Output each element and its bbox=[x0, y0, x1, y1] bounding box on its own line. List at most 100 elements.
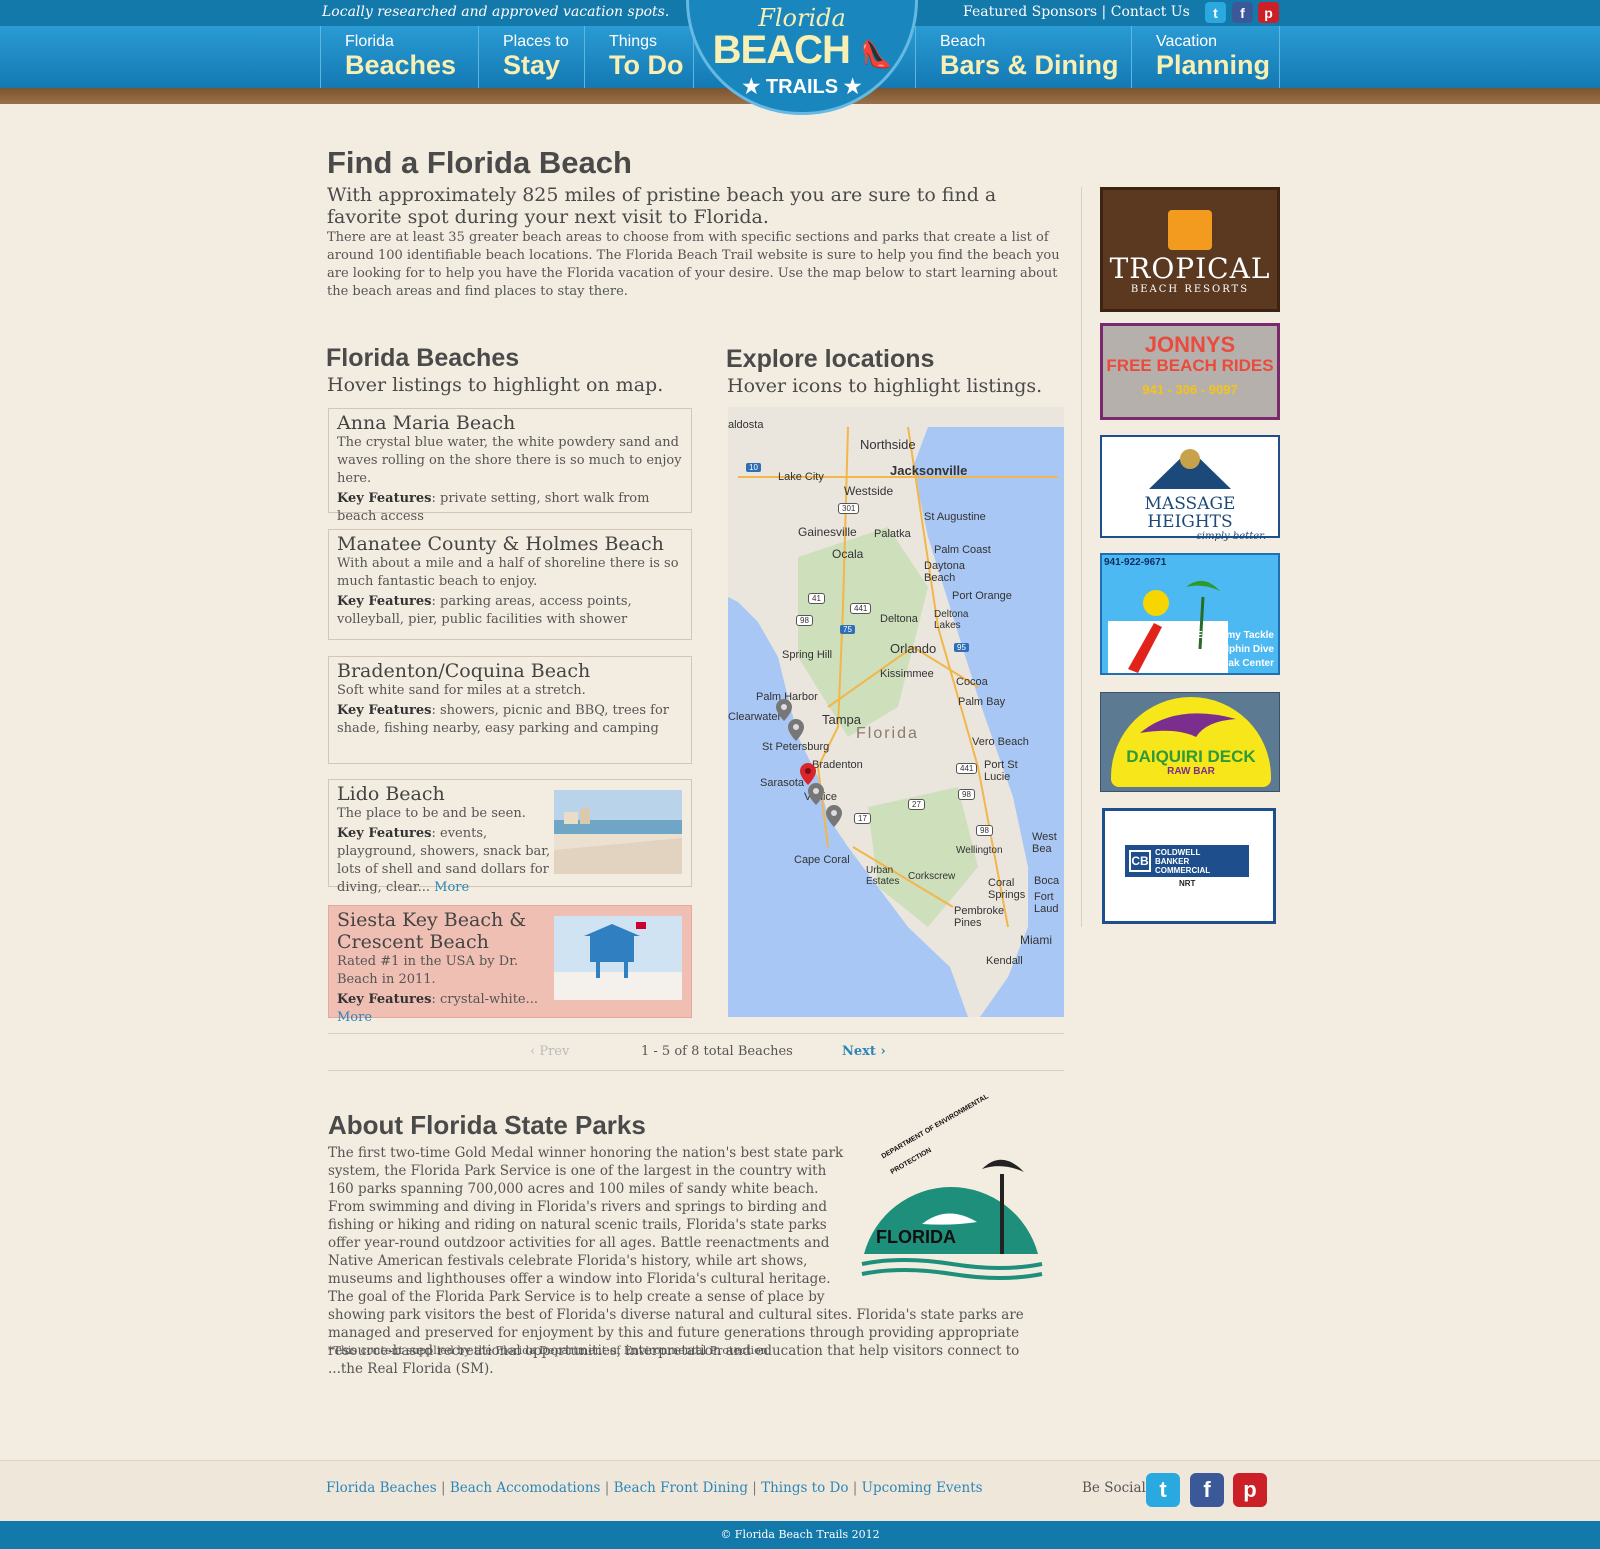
map-marker-icon[interactable] bbox=[788, 719, 804, 741]
site-tagline: Locally researched and approved vacation… bbox=[322, 4, 670, 20]
map-label: Wellington bbox=[956, 845, 1003, 856]
beach-desc: Rated #1 in the USA by Dr. Beach in 2011… bbox=[337, 954, 519, 987]
nav-small-label: Vacation bbox=[1156, 33, 1218, 50]
ad-line: BANKER bbox=[1155, 856, 1190, 866]
map-label: Northside bbox=[860, 437, 916, 452]
footer-separator: | bbox=[600, 1480, 614, 1496]
map-label: Jacksonville bbox=[890, 463, 968, 478]
interstate-shield: 75 bbox=[840, 625, 855, 634]
map-marker-icon[interactable] bbox=[826, 805, 842, 827]
beach-listing[interactable]: Manatee County & Holmes Beach With about… bbox=[328, 529, 692, 640]
footer-separator: | bbox=[436, 1480, 450, 1496]
footer-separator: | bbox=[848, 1480, 862, 1496]
ad-badge: DAIQUIRI DECK RAW BAR bbox=[1111, 697, 1271, 787]
map-label: Port St Lucie bbox=[984, 759, 1018, 783]
facebook-icon[interactable]: f bbox=[1232, 2, 1253, 23]
nav-big-label: Beaches bbox=[345, 50, 457, 80]
map-marker-icon[interactable] bbox=[808, 783, 824, 805]
more-link[interactable]: More bbox=[434, 880, 469, 895]
mountain-logo-icon bbox=[1149, 449, 1231, 489]
beach-title: Bradenton/Coquina Beach bbox=[337, 660, 591, 682]
highway-shield: 27 bbox=[908, 799, 925, 810]
ad-economy-tackle[interactable]: 941-922-9671 Economy Tackle Dolphin Dive… bbox=[1100, 553, 1280, 675]
ad-tropical-beach-resorts[interactable]: TROPICAL BEACH RESORTS bbox=[1100, 187, 1280, 312]
nav-florida-beaches[interactable]: Florida Beaches bbox=[320, 26, 478, 88]
top-links-separator: | bbox=[1097, 4, 1111, 20]
twitter-icon[interactable]: t bbox=[1146, 1473, 1180, 1507]
facebook-icon[interactable]: f bbox=[1190, 1473, 1224, 1507]
nav-things-to-do[interactable]: Things To Do bbox=[584, 26, 694, 88]
footer-link-things-to-do[interactable]: Things to Do bbox=[761, 1480, 848, 1496]
nav-small-label: Florida bbox=[345, 33, 394, 50]
footer-link-florida-beaches[interactable]: Florida Beaches bbox=[326, 1480, 437, 1496]
ad-subtitle: RAW BAR bbox=[1167, 766, 1215, 777]
footer-link-events[interactable]: Upcoming Events bbox=[862, 1480, 983, 1496]
featured-sponsors-link[interactable]: Featured Sponsors bbox=[963, 4, 1097, 20]
page-intro: There are at least 35 greater beach area… bbox=[327, 230, 1060, 299]
footer-link-accomodations[interactable]: Beach Accomodations bbox=[450, 1480, 601, 1496]
beach-title: Lido Beach bbox=[337, 783, 445, 805]
beach-listing[interactable]: Bradenton/Coquina Beach Soft white sand … bbox=[328, 656, 692, 764]
ad-text: Economy Tackle Dolphin Dive & Kayak Cent… bbox=[1196, 629, 1274, 671]
ad-logo: CB COLDWELL BANKER COMMERCIAL bbox=[1125, 845, 1249, 877]
contact-us-link[interactable]: Contact Us bbox=[1111, 4, 1190, 20]
ad-jonnys-beach-rides[interactable]: JONNYS FREE BEACH RIDES 941 - 306 - 9097 bbox=[1100, 323, 1280, 420]
ad-subtitle: simply better. bbox=[1196, 531, 1266, 542]
dep-florida-logo: FLORIDA DEPARTMENT OF ENVIRONMENTAL PROT… bbox=[852, 1093, 1048, 1302]
nav-places-to-stay[interactable]: Places to Stay bbox=[478, 26, 584, 88]
twitter-icon[interactable]: t bbox=[1205, 2, 1226, 23]
map-label: Pembroke Pines bbox=[954, 905, 1005, 929]
next-button[interactable]: Next › bbox=[842, 1044, 886, 1059]
map-label: Spring Hill bbox=[782, 649, 833, 661]
map-label: Cocoa bbox=[956, 676, 988, 688]
site-logo[interactable]: Florida BEACH 👠 ★ TRAILS ★ bbox=[686, 0, 918, 115]
map-label: Deltona Lakes bbox=[934, 609, 969, 631]
key-features-label: Key Features bbox=[337, 703, 432, 718]
nav-small-label: Beach bbox=[940, 33, 986, 50]
footer-separator: | bbox=[747, 1480, 762, 1496]
map-label: Kissimmee bbox=[880, 668, 934, 680]
beach-listing[interactable]: Anna Maria Beach The crystal blue water,… bbox=[328, 408, 692, 524]
parks-body: FLORIDA DEPARTMENT OF ENVIRONMENTAL PROT… bbox=[328, 1093, 1048, 1378]
highway-shield: 98 bbox=[976, 825, 993, 836]
highway-shield: 441 bbox=[956, 763, 978, 774]
ad-massage-heights[interactable]: MASSAGE HEIGHTS simply better. bbox=[1100, 435, 1280, 542]
map-label: Bradenton bbox=[812, 759, 863, 771]
map-label: Lake City bbox=[778, 471, 824, 483]
map-marker-active-icon[interactable] bbox=[800, 763, 816, 785]
beaches-subheading: Hover listings to highlight on map. bbox=[327, 374, 664, 396]
map-label: Clearwater bbox=[728, 711, 782, 723]
dolphin-icon bbox=[1140, 713, 1236, 737]
ad-title: JONNYS bbox=[1144, 332, 1236, 357]
ad-title: MASSAGE HEIGHTS bbox=[1144, 494, 1236, 532]
beach-features: Key Features: parking areas, access poin… bbox=[337, 593, 683, 629]
next-label: Next bbox=[842, 1044, 876, 1059]
beach-title: Siesta Key Beach & Crescent Beach bbox=[337, 909, 527, 953]
map-label: St Petersburg bbox=[762, 741, 830, 753]
footer-link-dining[interactable]: Beach Front Dining bbox=[614, 1480, 748, 1496]
siesta-key-photo bbox=[554, 916, 682, 1000]
prev-button[interactable]: ‹ Prev bbox=[530, 1044, 569, 1059]
map-label: Palatka bbox=[874, 528, 911, 540]
beach-listing[interactable]: Lido Beach The place to be and be seen. … bbox=[328, 779, 692, 895]
florida-map[interactable]: aldosta Northside Jacksonville Lake City… bbox=[728, 407, 1064, 1017]
pinterest-icon[interactable]: p bbox=[1258, 2, 1279, 23]
ad-coldwell-banker[interactable]: CB COLDWELL BANKER COMMERCIAL NRT bbox=[1102, 808, 1276, 924]
pinterest-icon[interactable]: p bbox=[1233, 1473, 1267, 1507]
ad-title: COLDWELL BANKER COMMERCIAL bbox=[1155, 848, 1210, 875]
nav-vacation-planning[interactable]: Vacation Planning bbox=[1131, 26, 1280, 88]
highway-shield: 98 bbox=[796, 615, 813, 626]
beach-listing-highlighted[interactable]: Siesta Key Beach & Crescent Beach Rated … bbox=[328, 905, 692, 1025]
ad-subtitle: NRT bbox=[1179, 879, 1196, 888]
nav-bars-dining[interactable]: Beach Bars & Dining bbox=[915, 26, 1131, 88]
map-label: Palm Coast bbox=[934, 544, 991, 556]
prev-label: Prev bbox=[539, 1044, 570, 1059]
highway-shield: 17 bbox=[854, 813, 871, 824]
map-label: Kendall bbox=[986, 955, 1023, 967]
ad-daiquiri-deck[interactable]: DAIQUIRI DECK RAW BAR bbox=[1100, 692, 1280, 792]
more-link[interactable]: More bbox=[337, 1010, 372, 1025]
palm-logo-icon bbox=[1168, 210, 1212, 250]
map-marker-icon[interactable] bbox=[776, 699, 792, 721]
key-features-label: Key Features bbox=[337, 594, 432, 609]
map-label: Sarasota bbox=[760, 777, 805, 789]
